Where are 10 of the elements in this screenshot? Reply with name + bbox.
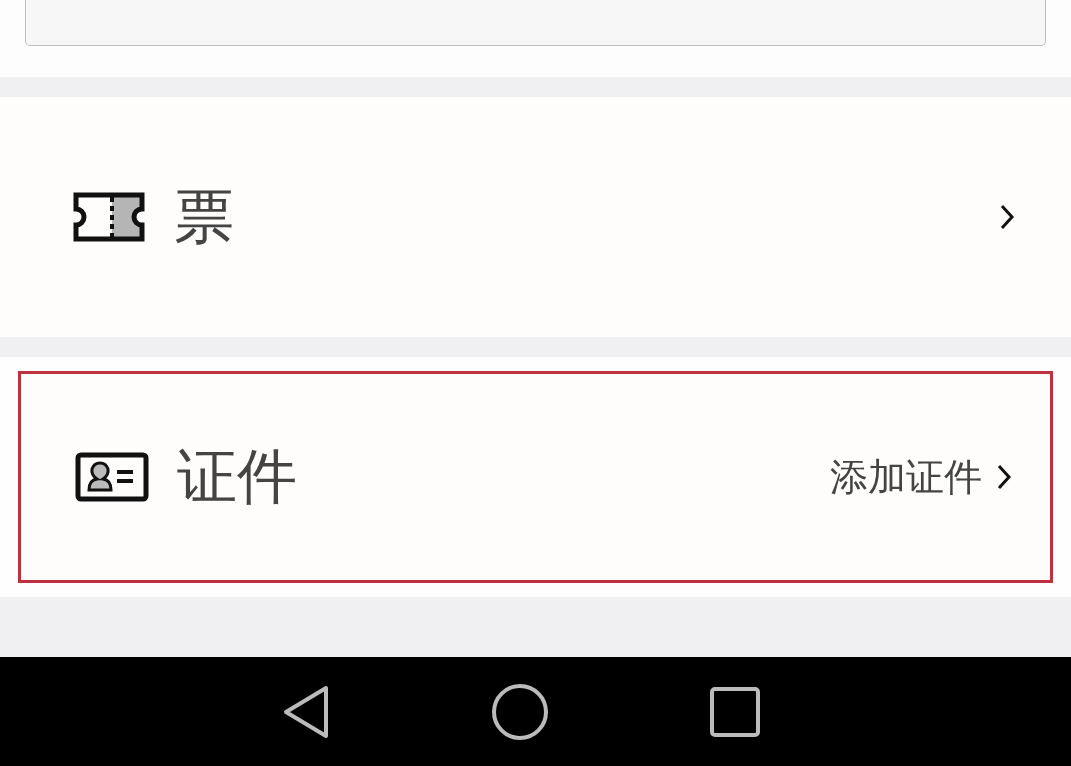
chevron-right-icon [996, 463, 1012, 491]
row-value: 添加证件 [830, 453, 982, 501]
row-label: 票 [174, 179, 235, 253]
recents-icon[interactable] [708, 685, 761, 738]
list-row[interactable]: 证件 添加证件 [18, 371, 1053, 583]
chevron-right-icon [999, 203, 1015, 231]
home-icon[interactable] [490, 682, 549, 741]
ticket-icon [72, 192, 146, 242]
row-label: 证件 [177, 439, 298, 513]
id-card-icon [75, 452, 149, 502]
